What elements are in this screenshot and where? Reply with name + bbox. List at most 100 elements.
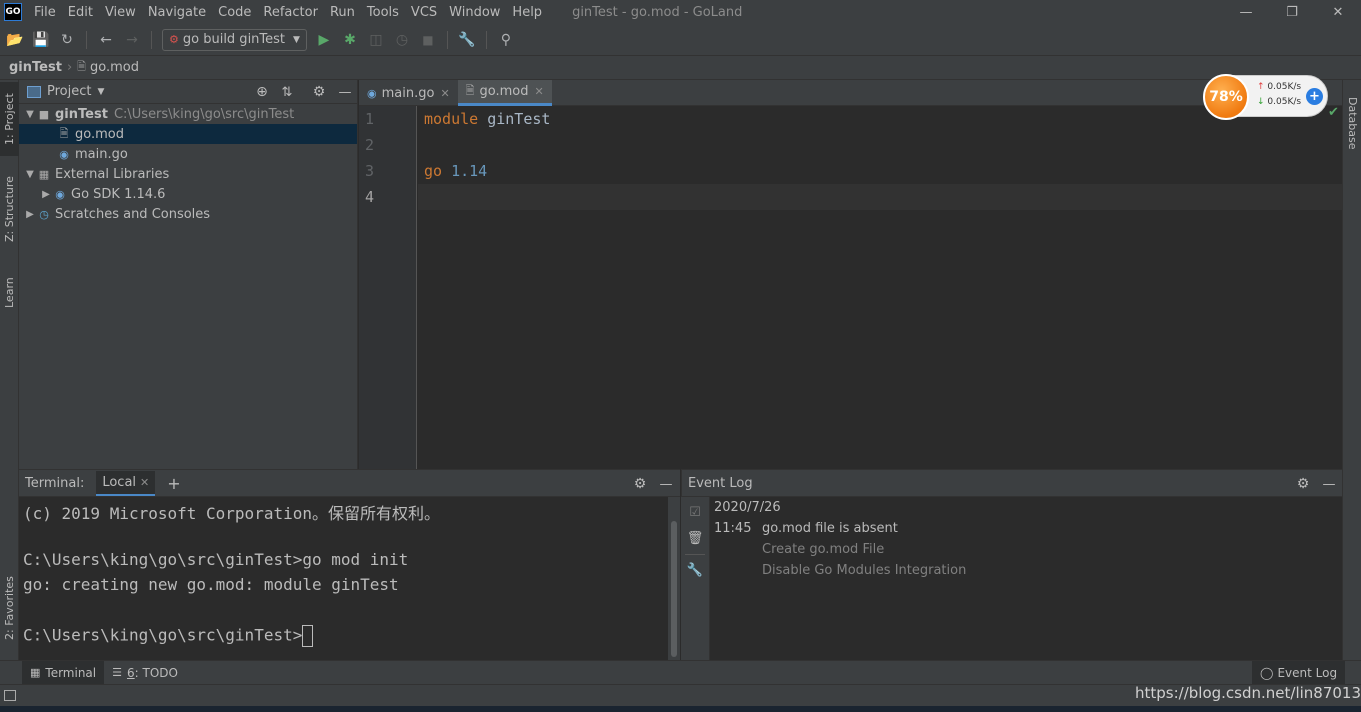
breadcrumb-project[interactable]: ginTest — [9, 60, 62, 75]
bottom-tab-todo[interactable]: ☰ 6: TODO — [104, 661, 186, 685]
terminal-tab-label: Local — [102, 474, 137, 490]
tree-node-go-mod[interactable]: 🗎 go.mod — [19, 124, 357, 144]
inspection-ok-icon[interactable]: ✔ — [1328, 105, 1339, 120]
tab-go-mod[interactable]: 🗎 go.mod ✕ — [457, 80, 552, 106]
close-icon[interactable]: ✕ — [440, 87, 449, 100]
gear-icon[interactable]: ⚙ — [631, 475, 649, 493]
todo-number: 6 — [127, 665, 135, 680]
menu-navigate[interactable]: Navigate — [142, 5, 212, 20]
terminal-output[interactable]: (c) 2019 Microsoft Corporation。保留所有权利。 C… — [19, 497, 668, 660]
go-sdk-icon: ◉ — [55, 187, 65, 201]
mark-read-icon[interactable]: ☑ — [686, 503, 704, 521]
back-arrow-icon[interactable]: ← — [95, 29, 117, 51]
line-number: 3 — [365, 162, 375, 180]
menu-view[interactable]: View — [99, 5, 142, 20]
forward-arrow-icon[interactable]: → — [121, 29, 143, 51]
todo-tab-text: : TODO — [134, 665, 178, 680]
stop-icon[interactable]: ■ — [417, 29, 439, 51]
menu-edit[interactable]: Edit — [62, 5, 99, 20]
menu-run[interactable]: Run — [324, 5, 361, 20]
library-icon: ▦ — [38, 167, 50, 181]
chevron-down-icon[interactable]: ▼ — [97, 87, 104, 97]
tree-node-main-go[interactable]: ◉ main.go — [19, 144, 357, 164]
tree-node-external-libraries[interactable]: ▼ ▦ External Libraries — [19, 164, 357, 184]
profile-icon[interactable]: ◷ — [391, 29, 413, 51]
collapsed-arrow-icon[interactable]: ▶ — [39, 189, 53, 200]
go-sdk-label: Go SDK 1.14.6 — [71, 186, 166, 202]
event-date: 2020/7/26 — [714, 500, 781, 515]
gear-icon[interactable]: ⚙ — [1294, 475, 1312, 493]
event-message: go.mod file is absent — [762, 521, 898, 536]
bottom-tab-event-log[interactable]: ◯ Event Log — [1252, 661, 1346, 685]
new-terminal-button[interactable]: + — [167, 474, 180, 493]
tool-tab-database[interactable]: Database — [1343, 88, 1361, 158]
menu-vcs[interactable]: VCS — [405, 5, 443, 20]
save-all-icon[interactable]: 💾 — [30, 29, 52, 51]
tree-node-scratches[interactable]: ▶ ◷ Scratches and Consoles — [19, 204, 357, 224]
run-config-label: go build ginTest — [182, 32, 286, 47]
line-number: 1 — [365, 110, 375, 128]
close-window-button[interactable]: ✕ — [1315, 0, 1361, 24]
code-line-3: go 1.14 — [424, 162, 487, 180]
collapse-all-icon[interactable]: ⇅ — [278, 83, 296, 101]
menu-window[interactable]: Window — [443, 5, 506, 20]
memory-gauge[interactable]: 78% — [1203, 74, 1249, 120]
bottom-tab-terminal[interactable]: ▦ Terminal — [22, 660, 105, 685]
tree-node-root[interactable]: ▼ ■ ginTest C:\Users\king\go\src\ginTest — [19, 104, 357, 124]
menu-file[interactable]: File — [28, 5, 62, 20]
breadcrumb-file[interactable]: go.mod — [90, 60, 139, 75]
locate-icon[interactable]: ⊕ — [253, 83, 271, 101]
scrollbar-thumb[interactable] — [671, 521, 677, 657]
menu-code[interactable]: Code — [212, 5, 257, 20]
keyword-module: module — [424, 110, 479, 128]
scratches-icon: ◷ — [39, 207, 49, 221]
plus-icon[interactable]: + — [1306, 88, 1323, 105]
module-name: ginTest — [487, 110, 551, 128]
menu-help[interactable]: Help — [506, 5, 548, 20]
trash-icon[interactable]: 🗑 — [686, 529, 704, 547]
tool-tab-favorites[interactable]: 2: Favorites — [0, 566, 19, 650]
hide-icon[interactable]: — — [336, 83, 354, 101]
upload-speed-row: ↑ 0.05K/s — [1257, 82, 1301, 92]
tool-tab-learn[interactable]: Learn — [0, 266, 19, 320]
hide-icon[interactable]: — — [657, 475, 675, 493]
restore-button[interactable]: ❐ — [1269, 0, 1315, 24]
expanded-arrow-icon[interactable]: ▼ — [23, 169, 37, 180]
network-speed-widget[interactable]: 78% ↑ 0.05K/s ↓ 0.05K/s + — [1203, 74, 1328, 120]
go-config-icon: ⚙ — [169, 33, 179, 46]
search-icon[interactable]: ⚲ — [495, 29, 517, 51]
tab-label: main.go — [381, 85, 435, 101]
hide-icon[interactable]: — — [1320, 475, 1338, 493]
go-version: 1.14 — [451, 162, 488, 180]
minimize-button[interactable]: — — [1223, 0, 1269, 24]
terminal-scrollbar[interactable] — [668, 497, 680, 660]
disable-go-modules-link[interactable]: Disable Go Modules Integration — [762, 563, 966, 578]
tool-windows-toggle-icon[interactable] — [4, 690, 16, 701]
menu-refactor[interactable]: Refactor — [257, 5, 324, 20]
coverage-icon[interactable]: ◫ — [365, 29, 387, 51]
toolbar-separator — [485, 30, 487, 49]
terminal-tab-local[interactable]: Local ✕ — [96, 470, 156, 496]
code-editor[interactable]: module ginTest go 1.14 — [418, 106, 1342, 469]
sync-icon[interactable]: ↻ — [56, 29, 78, 51]
create-go-mod-link[interactable]: Create go.mod File — [762, 542, 884, 557]
debug-icon[interactable]: ✱ — [339, 29, 361, 51]
run-icon[interactable]: ▶ — [313, 29, 335, 51]
open-folder-icon[interactable]: 📂 — [4, 29, 26, 51]
close-icon[interactable]: ✕ — [140, 476, 149, 489]
expanded-arrow-icon[interactable]: ▼ — [23, 109, 37, 120]
menu-tools[interactable]: Tools — [361, 5, 405, 20]
project-view-label[interactable]: Project — [47, 84, 91, 99]
collapsed-arrow-icon[interactable]: ▶ — [23, 209, 37, 220]
go-file-icon: ◉ — [367, 86, 377, 100]
favorites-tab-label: 2: Favorites — [3, 576, 16, 640]
wrench-icon[interactable]: 🔧 — [686, 561, 704, 579]
wrench-icon[interactable]: 🔧 — [456, 29, 478, 51]
run-configuration-select[interactable]: ⚙ go build ginTest ▼ — [162, 28, 307, 51]
tab-main-go[interactable]: ◉ main.go ✕ — [359, 80, 458, 106]
close-icon[interactable]: ✕ — [535, 85, 544, 98]
gear-icon[interactable]: ⚙ — [310, 83, 328, 101]
tool-tab-structure[interactable]: Z: Structure — [0, 168, 19, 250]
tool-tab-project[interactable]: 1: Project — [0, 82, 19, 156]
tree-node-go-sdk[interactable]: ▶ ◉ Go SDK 1.14.6 — [19, 184, 357, 204]
